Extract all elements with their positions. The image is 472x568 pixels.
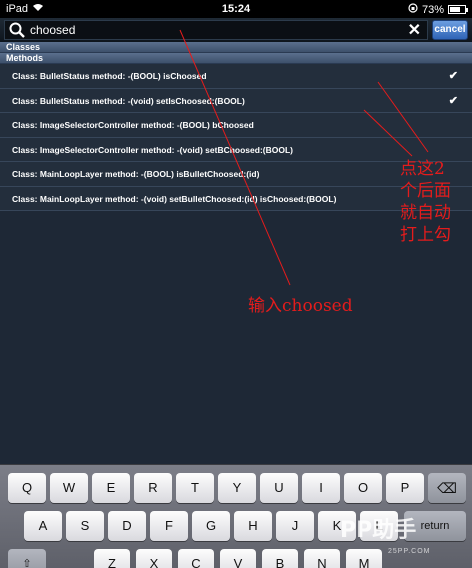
annotation-line: 就自动	[400, 203, 451, 223]
watermark-url: 25PP.COM	[388, 548, 431, 555]
list-item-label: Class: ImageSelectorController method: -…	[12, 144, 293, 155]
list-item[interactable]: Class: ImageSelectorController method: -…	[0, 113, 472, 138]
key-r[interactable]: R	[134, 473, 172, 503]
annotation-note-input: 输入choosed	[248, 296, 353, 316]
key-c[interactable]: C	[178, 549, 214, 568]
list-item-label: Class: MainLoopLayer method: -(void) set…	[12, 193, 337, 204]
key-j[interactable]: J	[276, 511, 314, 541]
list-item[interactable]: Class: BulletStatus method: -(void) setI…	[0, 88, 472, 113]
search-field[interactable]: ✕	[4, 20, 428, 40]
key-m[interactable]: M	[346, 549, 382, 568]
status-bar: iPad 15:24 73%	[0, 0, 472, 18]
annotation-line: 点这2	[400, 159, 445, 179]
key-s[interactable]: S	[66, 511, 104, 541]
key-y[interactable]: Y	[218, 473, 256, 503]
key-t[interactable]: T	[176, 473, 214, 503]
list-item[interactable]: Class: BulletStatus method: -(BOOL) isCh…	[0, 64, 472, 89]
results-list: Classes Methods Class: BulletStatus meth…	[0, 42, 472, 464]
search-bar: ✕ cancel	[0, 18, 472, 42]
list-item-label: Class: MainLoopLayer method: -(BOOL) isB…	[12, 169, 260, 179]
key-f[interactable]: F	[150, 511, 188, 541]
key-g[interactable]: G	[192, 511, 230, 541]
keyboard-row-1: Q W E R T Y U I O P ⌫	[0, 473, 472, 505]
rotation-lock-icon	[408, 3, 418, 16]
watermark-logo: PP助手	[340, 518, 417, 543]
key-e[interactable]: E	[92, 473, 130, 503]
cancel-button[interactable]: cancel	[432, 20, 468, 40]
key-z[interactable]: Z	[94, 549, 130, 568]
key-d[interactable]: D	[108, 511, 146, 541]
key-b[interactable]: B	[262, 549, 298, 568]
battery-icon	[448, 5, 468, 14]
checkmark-icon: ✔	[448, 70, 458, 82]
key-o[interactable]: O	[344, 473, 382, 503]
key-u[interactable]: U	[260, 473, 298, 503]
key-w[interactable]: W	[50, 473, 88, 503]
search-input[interactable]	[30, 23, 400, 37]
key-q[interactable]: Q	[8, 473, 46, 503]
key-i[interactable]: I	[302, 473, 340, 503]
backspace-key[interactable]: ⌫	[428, 473, 466, 503]
section-header-classes: Classes	[0, 42, 472, 53]
list-item-label: Class: ImageSelectorController method: -…	[12, 120, 254, 130]
key-x[interactable]: X	[136, 549, 172, 568]
shift-key[interactable]: ⇧	[8, 549, 46, 568]
key-n[interactable]: N	[304, 549, 340, 568]
annotation-line: 打上勾	[400, 225, 451, 245]
section-header-methods: Methods	[0, 53, 472, 64]
annotation-note-right: 点这2 个后面 就自动 打上勾	[400, 158, 470, 246]
clear-icon[interactable]: ✕	[408, 22, 421, 40]
key-p[interactable]: P	[386, 473, 424, 503]
clock: 15:24	[221, 3, 251, 15]
key-h[interactable]: H	[234, 511, 272, 541]
battery-percent: 73%	[421, 3, 444, 16]
annotation-line: 个后面	[400, 181, 451, 201]
key-v[interactable]: V	[220, 549, 256, 568]
list-item-label: Class: BulletStatus method: -(void) setI…	[12, 95, 245, 106]
search-icon	[8, 21, 26, 39]
checkmark-icon: ✔	[448, 94, 458, 107]
list-item-label: Class: BulletStatus method: -(BOOL) isCh…	[12, 71, 207, 81]
key-a[interactable]: A	[24, 511, 62, 541]
